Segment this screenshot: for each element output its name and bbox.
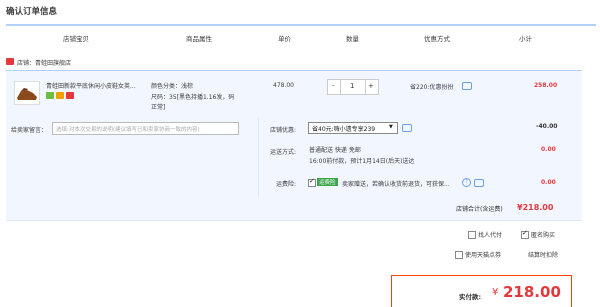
unit-price: 478.00 [273,82,294,89]
col-header-item: 店铺宝贝 [63,35,89,43]
item-subtotal: 258.00 [534,82,558,89]
store-icon [6,58,14,65]
shipping-eta: 16:00前付款，预计1月14日(后天)送达 [309,158,415,165]
shipping-method: 普通配送 快递 免邮 [309,147,361,154]
proxy-pay-label[interactable]: 找人代付 [478,230,502,239]
payable-amount: 218.00 [503,283,561,301]
payable-currency: ¥ [492,287,499,298]
page-title: 确认订单信息 [6,7,58,17]
product-thumbnail[interactable] [14,81,40,105]
item-promo: 省220:优惠扮扮 [410,84,454,91]
insurance-amount: 0.00 [541,179,556,186]
header-divider [6,24,596,26]
chat-icon[interactable] [474,179,484,187]
seven-day-return-icon [46,92,54,99]
divider [258,117,259,197]
insurance-checkbox[interactable] [308,177,316,187]
anonymous-label[interactable]: 匿名购买 [531,230,555,239]
payable-label: 实付款: [459,293,482,301]
store-total-label: 店铺合计(含运费) [456,206,503,213]
qty-decrement-button[interactable]: - [332,82,335,90]
shipping-label: 运送方式: [270,149,297,156]
memo-label: 给卖家留言： [11,127,48,134]
tmall-points-checkbox[interactable] [455,251,463,259]
help-icon[interactable]: ? [462,178,471,187]
attr-size: 尺码：35[黑色持播1.16发，码 [151,94,235,101]
installment-note: 结算时扣除 [528,252,559,259]
qty-input[interactable]: 1 [350,82,354,90]
item-row [6,70,582,117]
quantity-stepper: - 1 + [327,79,379,95]
shop-discount-label: 店铺优惠: [270,127,297,134]
shop-discount-selected: 省40元:嗨小遗专享239 [312,126,376,133]
attr-size-cont: 正常] [151,104,166,111]
qty-increment-button[interactable]: + [368,82,374,90]
memo-placeholder: 选填:对本次交易的说明(建议填写已和卖家协商一致的内容) [56,127,200,133]
credit-card-icon [56,92,64,99]
shop-name[interactable]: 店铺：青蛙田旗舰店 [17,58,71,67]
col-header-attributes: 商品属性 [186,35,212,43]
chevron-down-icon: ▼ [389,124,393,130]
guarantee-icon [66,92,74,99]
store-total-value: ¥218.00 [517,203,554,212]
col-header-subtotal: 小计 [519,35,532,43]
product-name[interactable]: 青蛙田新款平底休闲小皮鞋女英... [46,81,136,90]
tmall-points-label[interactable]: 使用天猫点券 [465,250,501,259]
col-header-quantity: 数量 [346,35,359,43]
col-header-unit-price: 单价 [278,35,291,43]
shop-discount-amount: -40.00 [536,123,558,130]
anonymous-checkbox[interactable] [521,229,529,239]
shop-discount-select[interactable]: 省40元:嗨小遗专享239 ▼ [308,122,398,134]
proxy-pay-checkbox[interactable] [468,231,476,239]
shipping-amount: 0.00 [541,146,556,153]
memo-field[interactable]: 选填:对本次交易的说明(建议填写已和卖家协商一致的内容) [52,122,239,135]
insurance-text: 卖家赠送，若确认收货前退货，可获保... [342,181,450,188]
divider [6,220,582,221]
insurance-badge: 运费险 [317,178,338,186]
chat-icon[interactable] [462,82,472,90]
shop-row: 店铺：青蛙田旗舰店 [6,54,582,68]
col-header-discount: 优惠方式 [424,35,450,43]
info-icon[interactable] [402,124,412,132]
attr-color: 颜色分类：浅棕 [151,83,194,90]
insurance-label: 运费险: [276,181,297,188]
